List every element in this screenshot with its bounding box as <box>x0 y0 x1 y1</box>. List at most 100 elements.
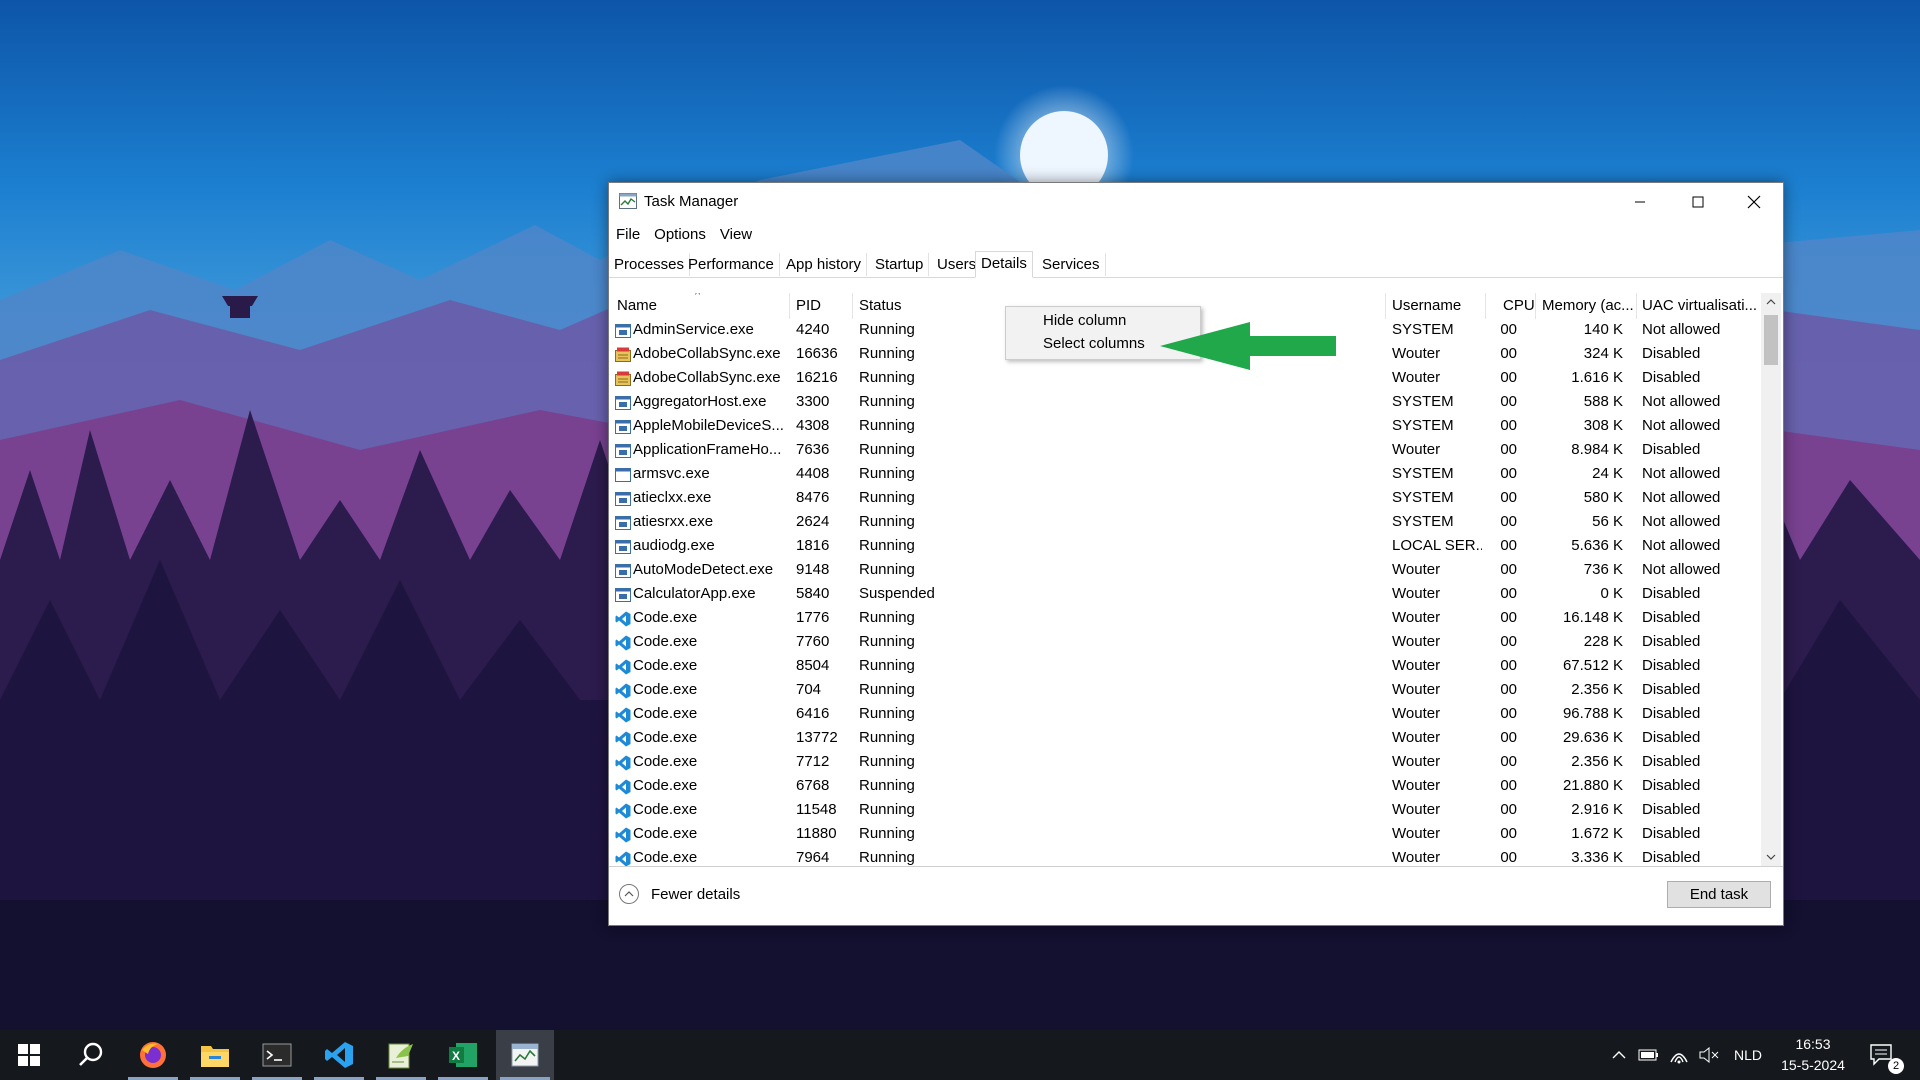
process-row[interactable]: audiodg.exe 1816 Running LOCAL SER... 00 5.63… <box>609 535 1761 559</box>
process-cpu: 00 <box>1500 801 1517 818</box>
process-row[interactable]: AggregatorHost.exe 3300 Running SYSTEM 00 588… <box>609 391 1761 415</box>
process-row[interactable]: Code.exe 704 Running Wouter 00 2.356 K Disable… <box>609 679 1761 703</box>
process-uac: Disabled <box>1642 585 1701 602</box>
menu-options[interactable]: Options <box>647 223 713 246</box>
taskbar-vscode[interactable] <box>310 1030 368 1080</box>
title-bar[interactable]: Task Manager <box>609 183 1783 221</box>
process-row[interactable]: armsvc.exe 4408 Running SYSTEM 00 24 K Not all… <box>609 463 1761 487</box>
tab-performance[interactable]: Performance <box>683 253 780 276</box>
process-name: atieclxx.exe <box>633 489 712 506</box>
vscode-icon <box>615 683 631 699</box>
input-language[interactable]: NLD <box>1726 1030 1770 1080</box>
process-status: Running <box>859 849 915 866</box>
maximize-icon <box>1692 196 1704 208</box>
search-button[interactable] <box>62 1030 120 1080</box>
taskbar-notepad-plus-plus[interactable] <box>372 1030 430 1080</box>
process-row[interactable]: AutoModeDetect.exe 9148 Running Wouter 00 736… <box>609 559 1761 583</box>
file-explorer-icon <box>201 1046 229 1067</box>
process-row[interactable]: ApplicationFrameHo... 7636 Running Wouter 00… <box>609 439 1761 463</box>
process-row[interactable]: Code.exe 8504 Running Wouter 00 67.512 K Disab… <box>609 655 1761 679</box>
taskbar-firefox[interactable] <box>124 1030 182 1080</box>
column-divider[interactable] <box>852 293 853 319</box>
process-memory: 140 K <box>1583 321 1623 338</box>
tab-processes[interactable]: Processes <box>609 253 691 276</box>
column-name-label: Name <box>617 297 658 314</box>
process-cpu: 00 <box>1500 345 1517 362</box>
process-name: AggregatorHost.exe <box>633 393 767 410</box>
process-memory: 96.788 K <box>1562 705 1623 722</box>
start-icon <box>18 1044 40 1066</box>
process-row[interactable]: atieclxx.exe 8476 Running SYSTEM 00 580 K Not … <box>609 487 1761 511</box>
minimize-button[interactable] <box>1611 183 1669 221</box>
column-divider[interactable] <box>789 293 790 319</box>
menu-item-hide-column[interactable]: Hide column <box>1043 312 1126 329</box>
scrollbar-thumb[interactable] <box>1764 315 1778 365</box>
column-divider[interactable] <box>1636 293 1637 319</box>
process-row[interactable]: Code.exe 7712 Running Wouter 00 2.356 K Disabl… <box>609 751 1761 775</box>
vscode-icon <box>615 851 631 866</box>
process-row[interactable]: Code.exe 13772 Running Wouter 00 29.636 K Disa… <box>609 727 1761 751</box>
maximize-button[interactable] <box>1669 183 1727 221</box>
close-icon <box>1747 195 1761 209</box>
process-memory: 228 K <box>1583 633 1623 650</box>
process-row[interactable]: atiesrxx.exe 2624 Running SYSTEM 00 56 K Not a… <box>609 511 1761 535</box>
process-row[interactable]: AppleMobileDeviceS... 4308 Running SYSTEM 00… <box>609 415 1761 439</box>
process-uac: Not allowed <box>1642 537 1721 554</box>
show-hidden-icons-button[interactable] <box>1606 1030 1632 1080</box>
process-name: AdobeCollabSync.exe <box>633 369 781 386</box>
process-name: AdminService.exe <box>633 321 754 338</box>
process-row[interactable]: Code.exe 1776 Running Wouter 00 16.148 K Disab… <box>609 607 1761 631</box>
taskbar-task-manager[interactable] <box>496 1030 554 1080</box>
menu-file[interactable]: File <box>609 223 647 246</box>
scroll-down-icon[interactable] <box>1761 850 1781 864</box>
action-center-button[interactable]: 2 <box>1862 1030 1904 1080</box>
column-divider[interactable] <box>1385 293 1386 319</box>
column-divider[interactable] <box>1485 293 1486 319</box>
network-tray[interactable] <box>1666 1030 1692 1080</box>
tab-services[interactable]: Services <box>1037 253 1106 276</box>
process-pid: 16636 <box>796 345 838 362</box>
taskbar-file-explorer[interactable] <box>186 1030 244 1080</box>
process-row[interactable]: Code.exe 7964 Running Wouter 00 3.336 K Disabl… <box>609 847 1761 866</box>
process-row[interactable]: CalculatorApp.exe 5840 Suspended Wouter 00 0 … <box>609 583 1761 607</box>
menu-view[interactable]: View <box>713 223 759 246</box>
volume-tray[interactable] <box>1696 1030 1722 1080</box>
sort-ascending-icon: ^ <box>695 293 701 301</box>
process-cpu: 00 <box>1500 633 1517 650</box>
chevron-up-icon[interactable] <box>619 884 639 904</box>
menu-item-select-columns[interactable]: Select columns <box>1043 335 1145 352</box>
process-row[interactable]: Code.exe 6768 Running Wouter 00 21.880 K Disab… <box>609 775 1761 799</box>
process-cpu: 00 <box>1500 609 1517 626</box>
task-manager-icon <box>619 193 637 209</box>
tab-app-history[interactable]: App history <box>781 253 868 276</box>
process-row[interactable]: Code.exe 6416 Running Wouter 00 96.788 K Disab… <box>609 703 1761 727</box>
process-username: Wouter <box>1392 753 1441 770</box>
vertical-scrollbar[interactable] <box>1761 293 1781 866</box>
process-row[interactable]: Code.exe 7760 Running Wouter 00 228 K Disabled <box>609 631 1761 655</box>
clock[interactable]: 16:53 15-5-2024 <box>1774 1034 1852 1076</box>
battery-tray[interactable] <box>1636 1030 1662 1080</box>
process-pid: 3300 <box>796 393 830 410</box>
process-row[interactable]: Code.exe 11880 Running Wouter 00 1.672 K Disab… <box>609 823 1761 847</box>
fewer-details-link[interactable]: Fewer details <box>651 886 740 903</box>
tab-startup[interactable]: Startup <box>870 253 930 276</box>
tab-strip: Processes Performance App history Startu… <box>609 251 1783 278</box>
start-button[interactable] <box>0 1030 58 1080</box>
process-name: Code.exe <box>633 609 698 626</box>
column-divider[interactable] <box>1535 293 1536 319</box>
process-username: Wouter <box>1392 657 1441 674</box>
tab-details[interactable]: Details <box>975 251 1033 278</box>
process-status: Running <box>859 609 915 626</box>
process-cpu: 00 <box>1500 585 1517 602</box>
process-row[interactable]: Code.exe 11548 Running Wouter 00 2.916 K Disab… <box>609 799 1761 823</box>
process-memory: 1.616 K <box>1571 369 1623 386</box>
end-task-button[interactable]: End task <box>1667 881 1771 908</box>
taskbar-terminal[interactable] <box>248 1030 306 1080</box>
process-memory: 2.916 K <box>1571 801 1623 818</box>
scroll-up-icon[interactable] <box>1761 295 1781 309</box>
taskbar-excel[interactable]: X <box>434 1030 492 1080</box>
process-memory: 580 K <box>1583 489 1623 506</box>
close-button[interactable] <box>1725 183 1783 221</box>
process-pid: 1816 <box>796 537 830 554</box>
process-memory: 736 K <box>1583 561 1623 578</box>
